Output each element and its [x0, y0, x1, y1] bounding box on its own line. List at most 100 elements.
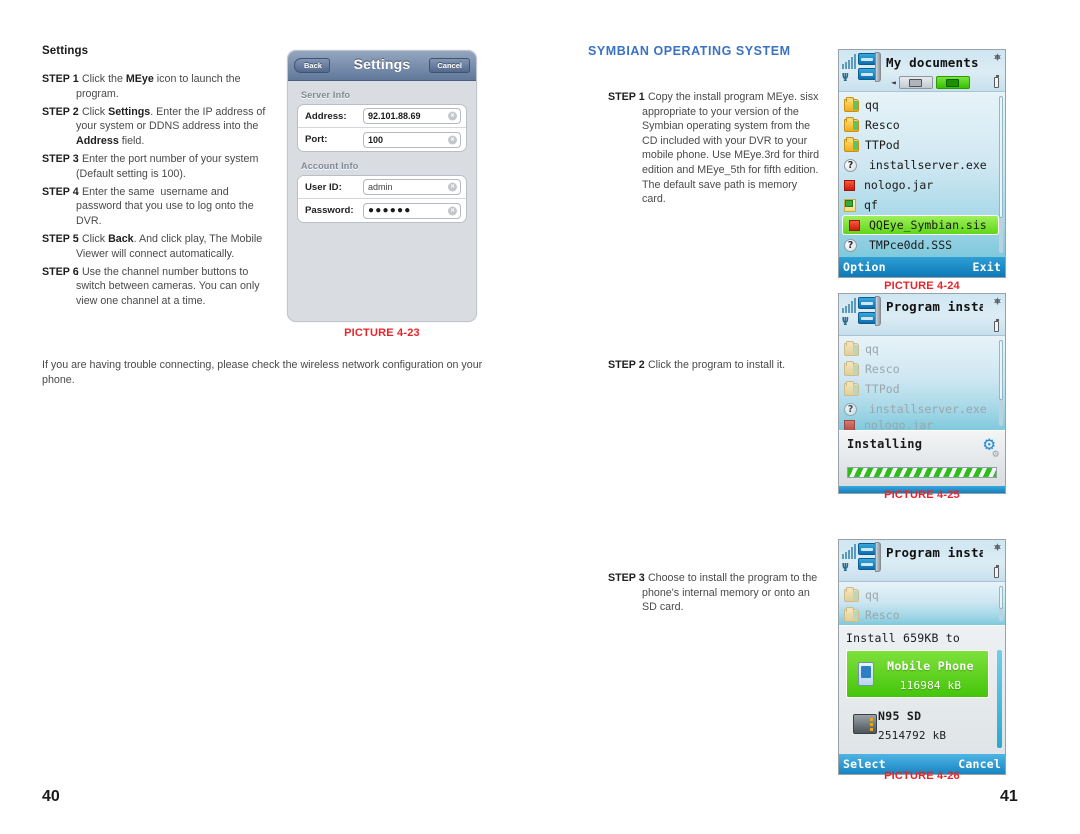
list-item: STEP 3 . Choose to install the program t…: [608, 571, 820, 615]
step-text: . Click the program to install it.: [642, 359, 786, 371]
clear-icon[interactable]: ×: [448, 206, 457, 215]
file-name: Resco: [865, 118, 900, 132]
file-manager-icon: [858, 542, 882, 575]
softkey-option[interactable]: Option: [843, 260, 886, 274]
file-list: qq Resco: [839, 582, 1005, 625]
step-label: STEP 1: [608, 91, 645, 103]
port-value: 100: [368, 134, 384, 145]
install-option-sd-card[interactable]: N95 SD 2514792 kB: [846, 701, 989, 747]
step-text: . Enter the same username and password t…: [76, 185, 254, 227]
list-item[interactable]: TTPod: [839, 379, 1005, 399]
installing-dialog: Installing ⚙ ⚙: [839, 430, 1005, 486]
userid-row: User ID: admin ×: [298, 176, 466, 199]
progress-bar: [847, 467, 997, 478]
clear-icon[interactable]: ×: [448, 182, 457, 192]
signal-strength-icon: [842, 297, 856, 313]
mobile-phone-icon: [853, 662, 879, 686]
cancel-button[interactable]: Cancel: [429, 57, 470, 74]
password-field[interactable]: ●●●●●● ×: [363, 202, 461, 219]
view-tabs[interactable]: ◄: [891, 76, 970, 89]
file-name: installserver.exe: [869, 402, 987, 416]
list-item[interactable]: qq: [839, 339, 1005, 359]
battery-icon: [994, 319, 999, 332]
clear-icon[interactable]: ×: [448, 111, 457, 121]
softkey-select[interactable]: Select: [843, 757, 886, 771]
list-item: STEP 2 . Click Settings. Enter the IP ad…: [42, 105, 272, 149]
page-title-settings: Settings: [42, 45, 89, 57]
list-item: STEP 1 . Copy the install program MEye. …: [608, 90, 820, 207]
account-info-label: Account Info: [301, 161, 359, 171]
softkey-bar: Option Exit: [839, 257, 1005, 277]
install-option-mobile-phone[interactable]: Mobile Phone 116984 kB: [846, 650, 989, 698]
screen-title: Program install: [886, 299, 983, 314]
unknown-file-icon: ?: [844, 238, 857, 252]
list-item[interactable]: Resco: [839, 605, 1005, 625]
dialog-scrollbar[interactable]: [997, 650, 1002, 748]
right-step-1: STEP 1 . Copy the install program MEye. …: [608, 90, 820, 210]
symbian-screenshot-1: Ψ My documents ⎈ ◄ qq Resco TTPod ? inst…: [838, 49, 1006, 278]
list-item[interactable]: nologo.jar: [839, 175, 1005, 195]
scrollbar[interactable]: [999, 586, 1003, 621]
file-list: qq Resco TTPod ? installserver.exe nolog…: [839, 92, 1005, 257]
scrollbar[interactable]: [999, 340, 1003, 426]
softkey-cancel[interactable]: Cancel: [958, 757, 1001, 771]
tab-left-arrow-icon[interactable]: ◄: [891, 78, 896, 87]
option-text: Mobile Phone 116984 kB: [879, 655, 982, 693]
signal-strength-icon: [842, 53, 856, 69]
dialog-title: Install 659KB to: [846, 631, 960, 645]
softkey-exit[interactable]: Exit: [973, 260, 1002, 274]
password-label: Password:: [305, 205, 354, 216]
address-field[interactable]: 92.101.88.69 ×: [363, 108, 461, 124]
list-item[interactable]: TTPod: [839, 135, 1005, 155]
password-row: Password: ●●●●●● ×: [298, 199, 466, 222]
right-step-2: STEP 2 . Click the program to install it…: [608, 358, 820, 376]
status-header: Ψ Program install ⎈: [839, 294, 1005, 336]
caption-picture-4-26: PICTURE 4-26: [884, 770, 960, 782]
install-target-dialog: Install 659KB to Mobile Phone 116984 kB …: [839, 625, 1005, 754]
list-item[interactable]: ? installserver.exe: [839, 155, 1005, 175]
list-item[interactable]: nologo.jar: [839, 419, 1005, 430]
list-item-selected[interactable]: QQEye_Symbian.sis: [842, 215, 999, 235]
step-label: STEP 1: [42, 73, 79, 85]
gear-small-icon: ⚙: [992, 447, 999, 460]
step-label: STEP 2: [42, 105, 79, 118]
file-manager-icon: [858, 52, 882, 85]
tab-grid-view[interactable]: [898, 76, 933, 89]
folder-icon: [844, 96, 859, 112]
antenna-icon: Ψ: [842, 315, 849, 328]
right-step-3: STEP 3 . Choose to install the program t…: [608, 571, 820, 618]
step-text: . Copy the install program MEye. sisx ap…: [642, 91, 820, 206]
list-item[interactable]: ? installserver.exe: [839, 399, 1005, 419]
file-name: nologo.jar: [864, 419, 934, 430]
screen-title: Program install: [886, 545, 983, 560]
unknown-file-icon: ?: [844, 158, 857, 172]
list-item[interactable]: Resco: [839, 359, 1005, 379]
address-row: Address: 92.101.88.69 ×: [298, 105, 466, 128]
file-name: qq: [865, 588, 879, 602]
userid-value: admin: [368, 182, 393, 192]
usb-icon: ⎈: [993, 540, 1001, 554]
screen-title: My documents: [886, 55, 979, 70]
list-item[interactable]: ? TMPce0dd.SSS: [839, 235, 1005, 255]
list-item[interactable]: qf: [839, 195, 1005, 215]
clear-icon[interactable]: ×: [448, 135, 457, 144]
userid-field[interactable]: admin ×: [363, 179, 461, 195]
back-button[interactable]: Back: [294, 57, 330, 74]
file-name: QQEye_Symbian.sis: [869, 218, 987, 232]
file-name: Resco: [865, 608, 900, 622]
symbian-screenshot-2: Ψ Program install ⎈ qq Resco TTPod: [838, 293, 1006, 494]
scrollbar[interactable]: [999, 96, 1003, 253]
step-text: . Click Back. And click play, The Mobile…: [76, 232, 263, 260]
step-label: STEP 3: [608, 572, 645, 584]
tab-list-view[interactable]: [935, 76, 970, 89]
folder-icon: [844, 606, 859, 622]
left-column: Settings STEP 1 . Click the MEye icon to…: [42, 45, 272, 312]
file-name: installserver.exe: [869, 158, 987, 172]
file-name: TMPce0dd.SSS: [869, 238, 953, 252]
port-field[interactable]: 100 ×: [363, 131, 461, 148]
port-row: Port: 100 ×: [298, 128, 466, 151]
list-item[interactable]: qq: [839, 95, 1005, 115]
list-item[interactable]: Resco: [839, 115, 1005, 135]
address-label: Address:: [305, 110, 347, 122]
list-item[interactable]: qq: [839, 585, 1005, 605]
